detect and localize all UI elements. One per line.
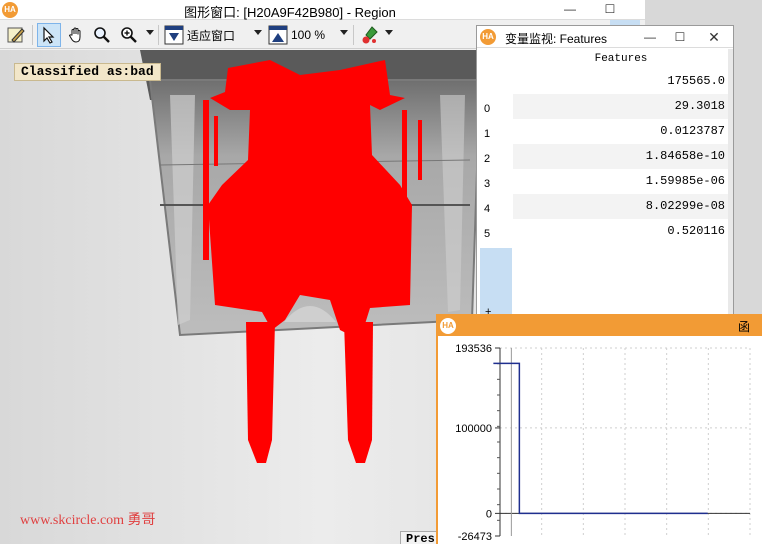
fit-window-icon <box>164 25 184 45</box>
variable-minimize-button[interactable]: — <box>635 28 665 48</box>
press-hint-label: Pres <box>400 531 440 544</box>
draw-color-chevron-icon[interactable] <box>385 30 393 35</box>
graphics-window-title: 图形窗口: [H20A9F42B980] - Region <box>184 5 396 20</box>
feature-cell[interactable]: 1.59985e-06 <box>513 169 729 194</box>
feature-cell[interactable]: 175565.0 <box>513 69 729 94</box>
variable-window-titlebar: HA 变量监视: Features — ☐ ✕ <box>477 26 733 48</box>
feature-cell[interactable]: 0.0123787 <box>513 119 729 144</box>
zoom-percent-icon <box>268 25 288 45</box>
row-index: 3 <box>484 178 491 190</box>
plot-y-tick-label: -26473 <box>458 531 492 543</box>
zoom-dropdown-chevron-icon[interactable] <box>146 30 154 35</box>
variable-window-scrollbar[interactable] <box>728 49 733 324</box>
magnifier-icon <box>94 27 110 43</box>
maximize-button[interactable]: ☐ <box>595 0 625 20</box>
draw-color-button[interactable] <box>358 23 382 47</box>
pan-hand-button[interactable] <box>64 23 88 47</box>
zoom-in-icon <box>121 27 137 43</box>
feature-cell[interactable]: 8.02299e-08 <box>513 194 729 219</box>
features-column-header: Features <box>594 53 648 65</box>
paint-brush-icon <box>362 26 378 44</box>
feature-plot[interactable]: 193536 100000 0 -26473 <box>438 336 762 544</box>
row-index: 2 <box>484 153 491 165</box>
variable-inspect-window: HA 变量监视: Features — ☐ ✕ Features 0 17556… <box>476 25 734 325</box>
pencil-icon <box>7 27 25 43</box>
plot-y-tick-label: 100000 <box>455 423 492 435</box>
toolbar-separator <box>32 25 33 45</box>
plot-series-line <box>493 362 708 515</box>
feature-cell[interactable]: 29.3018 <box>513 94 729 119</box>
row-index: 4 <box>484 203 491 215</box>
function-plot-window: HA 函 193536 100000 0 -26473 <box>436 314 762 544</box>
graphics-window-titlebar: HA 图形窗口: [H20A9F42B980] - Region — ☐ <box>0 0 645 20</box>
watermark-text: www.skcircle.com 勇哥 <box>20 513 156 528</box>
plot-window-title: 函 <box>738 320 751 334</box>
zoom-fit-chevron-icon[interactable] <box>254 30 262 35</box>
edit-pencil-button[interactable] <box>4 23 28 47</box>
zoom-in-button[interactable] <box>117 23 141 47</box>
magnify-button[interactable] <box>90 23 114 47</box>
minimize-button[interactable]: — <box>555 0 585 20</box>
halcon-logo-icon: HA <box>440 318 456 334</box>
feature-cell[interactable]: 1.84658e-10 <box>513 144 729 169</box>
zoom-percent-chevron-icon[interactable] <box>340 30 348 35</box>
row-index: 0 <box>484 103 491 115</box>
variable-window-title: 变量监视: Features <box>505 32 608 46</box>
feature-cell[interactable]: 0.520116 <box>513 219 729 244</box>
row-index: 1 <box>484 128 491 140</box>
variable-maximize-button[interactable]: ☐ <box>665 28 695 48</box>
halcon-logo-icon: HA <box>480 29 496 45</box>
zoom-percent-label: 100 % <box>291 28 326 42</box>
plot-y-tick-label: 193536 <box>455 343 492 355</box>
zoom-percent-combo[interactable]: 100 % <box>268 24 348 46</box>
classified-result-label: Classified as:bad <box>14 63 161 81</box>
halcon-logo-icon: HA <box>2 2 18 18</box>
hand-icon <box>68 27 81 43</box>
toolbar-separator <box>353 25 354 45</box>
plot-y-tick-label: 0 <box>486 508 492 520</box>
toolbar-separator <box>158 25 159 45</box>
select-pointer-button[interactable] <box>37 23 61 47</box>
row-index: 5 <box>484 228 491 240</box>
zoom-fit-label: 适应窗口 <box>187 28 236 43</box>
pointer-icon <box>43 26 55 44</box>
variable-close-button[interactable]: ✕ <box>699 28 729 48</box>
zoom-fit-combo[interactable]: 适应窗口 <box>164 24 264 46</box>
plot-window-titlebar: HA 函 <box>438 316 762 336</box>
